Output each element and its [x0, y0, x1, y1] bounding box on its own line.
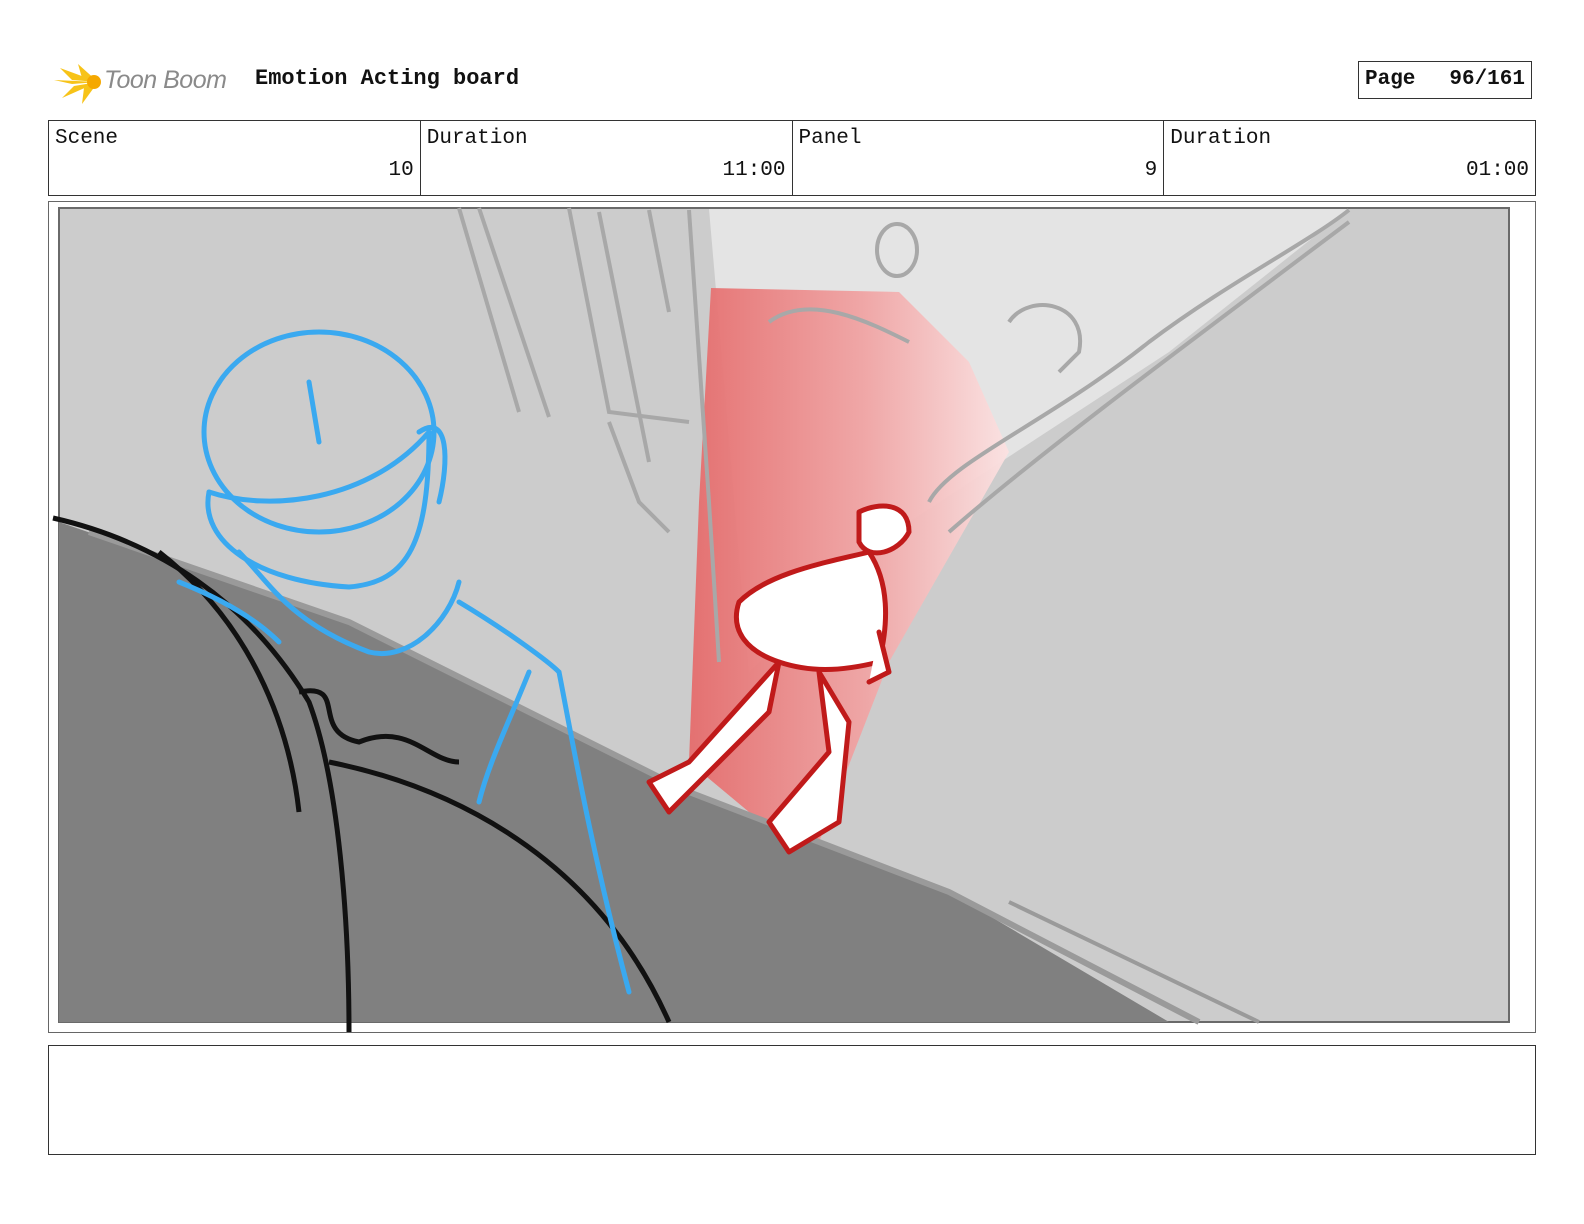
storyboard-panel [48, 201, 1536, 1033]
scene-label: Scene [55, 127, 119, 150]
logo-wordmark: Toon Boom [104, 66, 227, 94]
page-indicator: Page 96/161 [1358, 61, 1532, 99]
page-label: Page [1365, 68, 1416, 91]
panel-notes [48, 1045, 1536, 1155]
scene-duration-label: Duration [426, 127, 528, 150]
panel-cell: Panel 9 [793, 121, 1165, 195]
panel-label: Panel [798, 127, 862, 150]
starburst-icon [54, 64, 101, 104]
toon-boom-logo: Toon Boom [52, 56, 242, 106]
panel-duration-cell: Duration 01:00 [1164, 121, 1535, 195]
scene-value: 10 [388, 159, 414, 182]
panel-info-row: Scene 10 Duration 11:00 Panel 9 Duration… [48, 120, 1536, 196]
board-title: Emotion Acting board [255, 66, 520, 91]
scene-duration-value: 11:00 [722, 159, 786, 182]
page-number: 96/161 [1449, 68, 1525, 91]
board-header: Toon Boom Emotion Acting board Page 96/1… [52, 52, 1532, 108]
panel-sketch [52, 207, 1510, 1032]
scene-cell: Scene 10 [49, 121, 421, 195]
panel-value: 9 [1144, 159, 1158, 182]
panel-duration-value: 01:00 [1465, 159, 1529, 182]
panel-duration-label: Duration [1170, 127, 1272, 150]
scene-duration-cell: Duration 11:00 [421, 121, 793, 195]
